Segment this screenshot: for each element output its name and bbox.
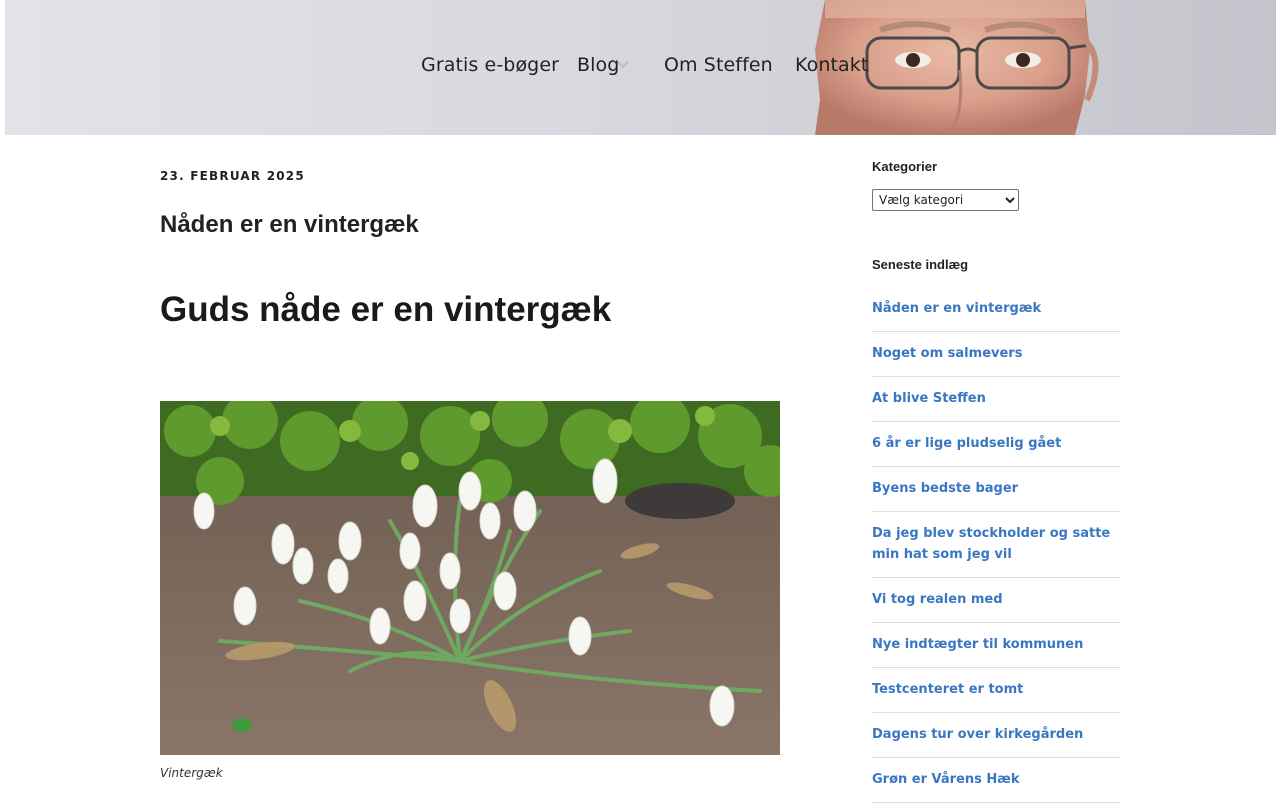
recent-post-item: Testcenteret er tomt: [872, 668, 1120, 713]
recent-post-item: Byens bedste bager: [872, 467, 1120, 512]
recent-post-link[interactable]: Nåden er en vintergæk: [872, 298, 1120, 319]
recent-post-link[interactable]: Byens bedste bager: [872, 478, 1120, 499]
post-image-figure: [160, 401, 780, 755]
recent-post-link[interactable]: Vi tog realen med: [872, 589, 1120, 610]
recent-post-link[interactable]: Noget om salmevers: [872, 343, 1120, 364]
recent-post-item: Dagens tur over kirkegården: [872, 713, 1120, 758]
recent-post-item: 6 år er lige pludselig gået: [872, 422, 1120, 467]
nav-item-blog-label: Blog: [577, 54, 620, 76]
recent-post-item: At blive Steffen: [872, 377, 1120, 422]
recent-post-link[interactable]: Testcenteret er tomt: [872, 679, 1120, 700]
recent-post-item: Vi tog realen med: [872, 578, 1120, 623]
recent-post-item: Da jeg blev stockholder og satte min hat…: [872, 512, 1120, 578]
nav-item-gratis-e-boger[interactable]: Gratis e-bøger: [421, 54, 559, 76]
nav-item-blog[interactable]: Blog: [577, 54, 629, 76]
recent-post-link[interactable]: Nye indtægter til kommunen: [872, 634, 1120, 655]
content-heading: Guds nåde er en vintergæk: [160, 290, 612, 329]
recent-post-link[interactable]: Grøn er Vårens Hæk: [872, 769, 1120, 790]
recent-post-link[interactable]: Da jeg blev stockholder og satte min hat…: [872, 523, 1120, 565]
categories-widget-title: Kategorier: [872, 159, 938, 174]
nav-item-om-steffen[interactable]: Om Steffen: [664, 54, 773, 76]
main-navigation: Gratis e-bøger Blog Om Steffen Kontakt: [5, 0, 1276, 135]
recent-posts-list: Nåden er en vintergæk Noget om salmevers…: [872, 287, 1120, 803]
site-header: Gratis e-bøger Blog Om Steffen Kontakt: [5, 0, 1276, 135]
chevron-down-icon: [617, 61, 629, 69]
recent-post-item: Noget om salmevers: [872, 332, 1120, 377]
category-select[interactable]: Vælg kategori: [872, 189, 1019, 211]
snowdrop-photo[interactable]: [160, 401, 780, 755]
recent-post-item: Nye indtægter til kommunen: [872, 623, 1120, 668]
recent-posts-widget-title: Seneste indlæg: [872, 257, 969, 272]
post-date[interactable]: 23. februar 2025: [160, 169, 305, 183]
recent-post-item: Grøn er Vårens Hæk: [872, 758, 1120, 803]
recent-post-link[interactable]: 6 år er lige pludselig gået: [872, 433, 1120, 454]
recent-post-link[interactable]: Dagens tur over kirkegården: [872, 724, 1120, 745]
post-title: Nåden er en vintergæk: [160, 211, 419, 238]
image-caption: Vintergæk: [160, 766, 223, 780]
recent-post-item: Nåden er en vintergæk: [872, 287, 1120, 332]
recent-post-link[interactable]: At blive Steffen: [872, 388, 1120, 409]
nav-item-kontakt[interactable]: Kontakt: [795, 54, 868, 76]
